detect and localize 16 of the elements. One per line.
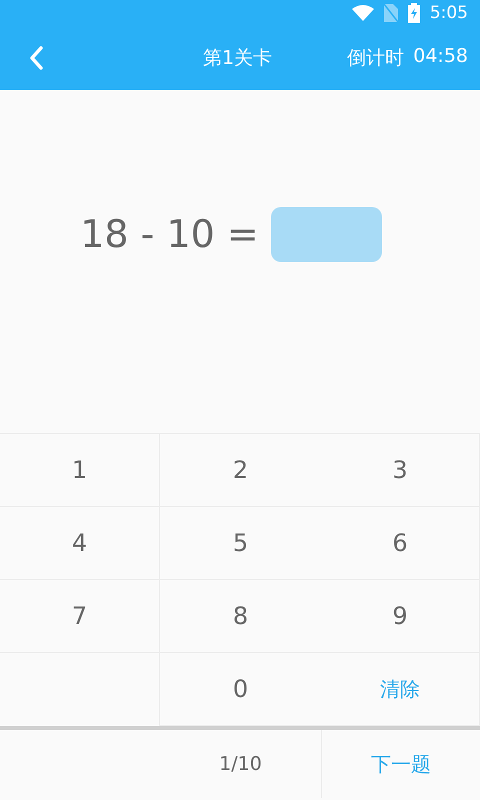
digit-key[interactable]: 6 (321, 507, 480, 580)
status-time: 5:05 (430, 3, 468, 23)
level-title: 第1关卡 (203, 46, 272, 71)
countdown-label: 倒计时 (347, 46, 404, 71)
countdown-time: 04:58 (413, 45, 468, 69)
digit-key[interactable]: 4 (0, 507, 160, 580)
progress-counter: 1/10 (219, 753, 262, 775)
answer-field[interactable] (270, 206, 382, 262)
digit-key[interactable]: 7 (0, 580, 160, 653)
wifi-icon (352, 5, 374, 21)
no-sim-icon (384, 4, 398, 22)
digit-key[interactable]: 9 (321, 580, 480, 653)
digit-key[interactable]: 3 (321, 434, 480, 507)
equation-text: 18 - 10 = (80, 212, 259, 256)
digit-key[interactable]: 1 (0, 434, 160, 507)
battery-charging-icon (408, 3, 420, 23)
